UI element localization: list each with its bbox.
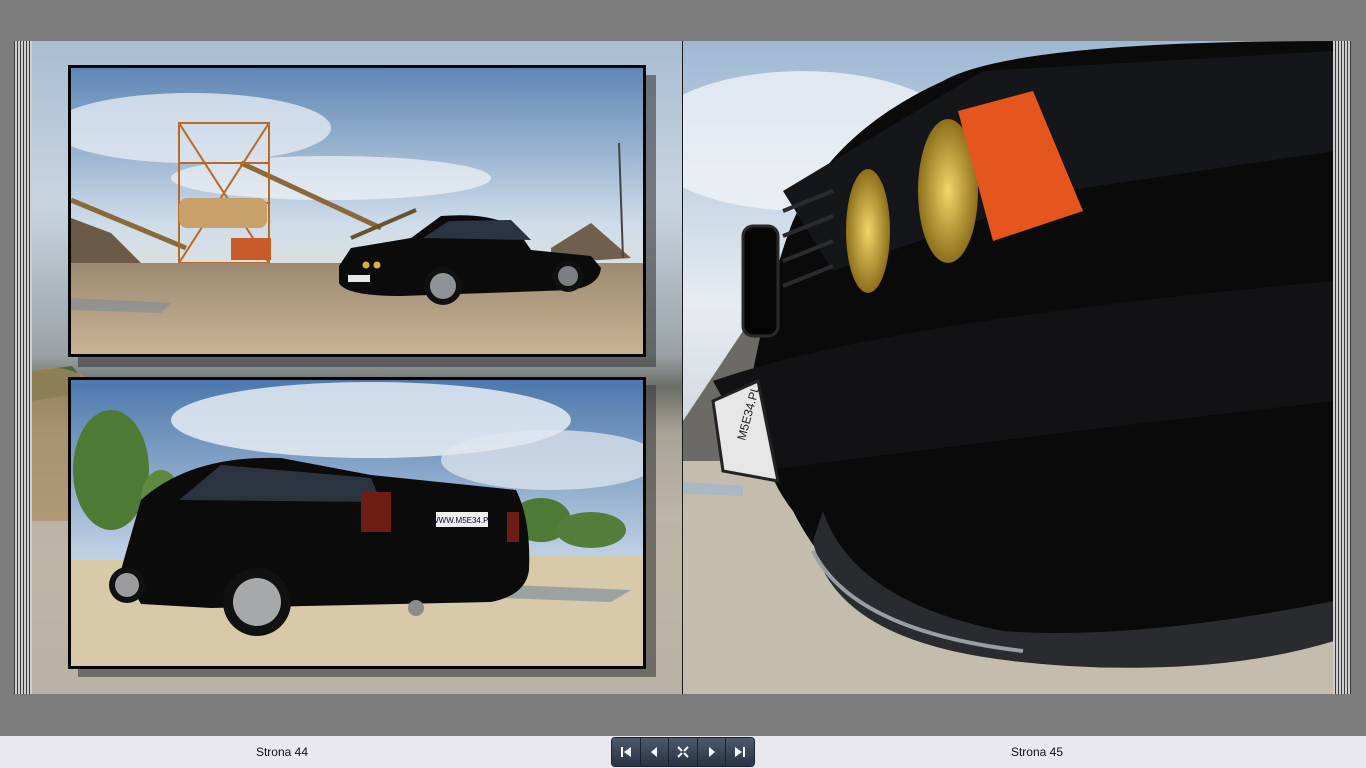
fit-page-button[interactable] [669, 738, 698, 766]
prev-page-button[interactable] [641, 738, 670, 766]
prev-page-icon [651, 747, 658, 757]
left-page-number: Strona 44 [255, 745, 309, 759]
headlight-inner [846, 169, 890, 293]
first-page-button[interactable] [612, 738, 641, 766]
first-page-icon [620, 747, 631, 757]
photo-car-front-three-quarter [71, 68, 643, 354]
right-page-stack [1333, 41, 1351, 694]
rear-license-plate: WWW.M5E34.PL [431, 516, 493, 525]
page-left[interactable]: WWW.M5E34.PL [32, 41, 682, 694]
photo-car-rear[interactable]: WWW.M5E34.PL [68, 377, 646, 669]
next-page-icon [708, 747, 715, 757]
right-page-number: Strona 45 [1010, 745, 1064, 759]
last-page-icon [735, 747, 746, 757]
page-navigation [612, 738, 754, 766]
left-page-stack [14, 41, 32, 694]
photo-car-rear-three-quarter: WWW.M5E34.PL [71, 380, 643, 666]
bottom-toolbar: Strona 44 Strona 45 [0, 736, 1366, 768]
photo-book: WWW.M5E34.PL M5E34.PL [14, 41, 1351, 694]
photo-car-front-closeup: M5E34.PL [683, 41, 1334, 694]
next-page-button[interactable] [698, 738, 727, 766]
photo-car-at-gravel-plant[interactable] [68, 65, 646, 357]
last-page-button[interactable] [726, 738, 754, 766]
fit-page-icon [677, 746, 689, 758]
page-right[interactable]: M5E34.PL [682, 41, 1334, 694]
